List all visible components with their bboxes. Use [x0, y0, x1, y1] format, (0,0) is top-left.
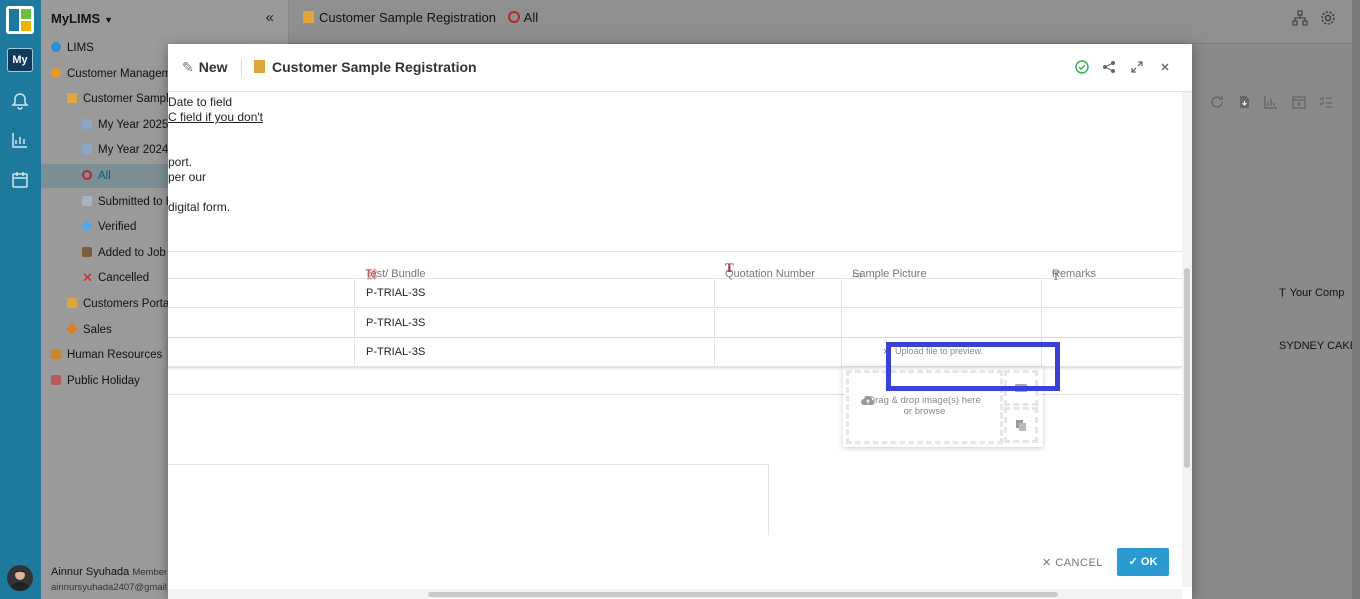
app-name: MyLIMS: [51, 11, 101, 26]
gear-icon[interactable]: [1320, 10, 1336, 26]
user-email: ainnursyuhada2407@gmail: [51, 582, 167, 593]
app-rail: My: [0, 0, 41, 599]
calendar-icon[interactable]: [11, 171, 29, 189]
cancel-button[interactable]: ✕ CANCEL: [1042, 556, 1103, 569]
scroll-thumb[interactable]: [428, 592, 1058, 597]
share-icon[interactable]: [1102, 60, 1116, 74]
text-type-icon: Ṭ: [1279, 287, 1286, 299]
report-chart-icon[interactable]: [11, 131, 29, 149]
background-column-header: Ṭ Your Comp: [1279, 287, 1345, 299]
cell-remarks[interactable]: [1041, 338, 1182, 366]
page-title: Customer Sample Registration: [319, 10, 497, 25]
edit-icon: ✎: [182, 59, 194, 75]
globe-icon: [51, 42, 61, 52]
app-switcher[interactable]: MyLIMS ▼: [51, 11, 113, 26]
table-row[interactable]: P-TRIAL-3S: [168, 309, 1182, 338]
bell-icon[interactable]: [11, 92, 29, 110]
instruction-link[interactable]: C field if you don't: [168, 110, 263, 124]
dialog-title: Customer Sample Registration: [254, 59, 477, 75]
upload-tray-icon: [82, 247, 92, 257]
document-icon: [82, 196, 92, 206]
scroll-icon: [303, 11, 314, 23]
dialog-horizontal-scrollbar[interactable]: [168, 589, 1182, 599]
dialog-mode: ✎ New: [182, 59, 228, 75]
chart-icon: [82, 144, 92, 154]
refresh-icon[interactable]: [1210, 95, 1224, 109]
cell-quotation-number[interactable]: [714, 279, 841, 307]
bar-chart-icon[interactable]: [1264, 95, 1278, 109]
user-role: Member: [132, 567, 168, 578]
scroll-icon: [67, 93, 77, 103]
close-icon: ✕: [1042, 557, 1056, 569]
portal-icon: [67, 298, 77, 308]
notes-area[interactable]: [168, 464, 769, 535]
check-circle-icon[interactable]: [1075, 60, 1089, 74]
expand-icon[interactable]: [1130, 60, 1144, 74]
app-logo-icon[interactable]: [6, 6, 34, 34]
dialog-vertical-scrollbar[interactable]: [1182, 92, 1192, 587]
diamond-icon: [81, 220, 93, 232]
breadcrumb: Customer Sample Registration All: [303, 10, 538, 25]
checklist-icon[interactable]: [1319, 95, 1333, 109]
customer-icon: [51, 68, 61, 78]
close-icon[interactable]: [1158, 60, 1172, 74]
scroll-icon: [254, 60, 265, 73]
ok-button[interactable]: ✓ OK: [1117, 548, 1169, 576]
copy-icon: [1016, 420, 1026, 431]
cell-test-bundle[interactable]: P-TRIAL-3S ×: [354, 338, 889, 366]
my-workspace-button[interactable]: My: [7, 48, 33, 72]
check-icon: ✓: [1128, 556, 1141, 568]
circle-icon: [507, 11, 520, 23]
user-info[interactable]: Ainnur Syuhada Member ainnursyuhada2407@…: [51, 565, 167, 595]
instruction-line: per our: [168, 170, 207, 184]
collapse-sidebar-icon[interactable]: «: [266, 9, 274, 26]
circle-icon: [82, 170, 92, 180]
cell-test-bundle[interactable]: P-TRIAL-3S: [354, 279, 714, 307]
calendar-add-icon[interactable]: [1292, 95, 1306, 109]
dialog-header: ✎ New Customer Sample Registration: [168, 44, 1192, 92]
sales-icon: [66, 323, 78, 335]
instruction-line: port.: [168, 155, 193, 169]
calendar-icon: [51, 375, 61, 385]
cell-test-bundle[interactable]: P-TRIAL-3S: [354, 309, 714, 337]
highlight-box: [886, 342, 1060, 391]
chart-icon: [82, 119, 92, 129]
hr-icon: [51, 349, 61, 359]
cell-sample-picture[interactable]: [841, 309, 1041, 337]
cloud-upload-icon: [861, 396, 875, 405]
table-row[interactable]: P-TRIAL-3S: [168, 279, 1182, 308]
instruction-line: digital form.: [168, 200, 231, 214]
cell-remarks[interactable]: [1041, 279, 1182, 307]
cell-quotation-number[interactable]: [714, 309, 841, 337]
user-name: Ainnur Syuhada: [51, 566, 130, 578]
paste-button[interactable]: [1004, 407, 1038, 443]
org-chart-icon[interactable]: [1292, 10, 1308, 26]
background-cell: SYDNEY CAKE: [1279, 340, 1358, 352]
caret-down-icon: ▼: [104, 15, 114, 25]
cell-sample-picture[interactable]: [841, 279, 1041, 307]
sample-registration-dialog: ✎ New Customer Sample Registration Date t…: [168, 44, 1192, 599]
browse-link[interactable]: or browse: [904, 406, 946, 417]
instruction-line: Date to field: [168, 95, 233, 109]
header-divider: [241, 59, 242, 77]
scroll-thumb[interactable]: [1184, 268, 1190, 468]
user-avatar[interactable]: [7, 565, 33, 591]
cell-remarks[interactable]: [1041, 309, 1182, 337]
column-header-quotation-number[interactable]: Quotation Number T: [725, 260, 815, 280]
page-scrollbar[interactable]: [1352, 0, 1360, 599]
x-icon: ✕: [82, 270, 93, 285]
cell-quotation-number[interactable]: [714, 338, 841, 366]
page-header: Customer Sample Registration All: [289, 0, 1360, 51]
grid-header: Test/ Bundle ⛓ Quotation Number T Sample…: [168, 251, 1182, 283]
view-name: All: [523, 10, 539, 25]
download-file-icon[interactable]: [1237, 95, 1251, 109]
